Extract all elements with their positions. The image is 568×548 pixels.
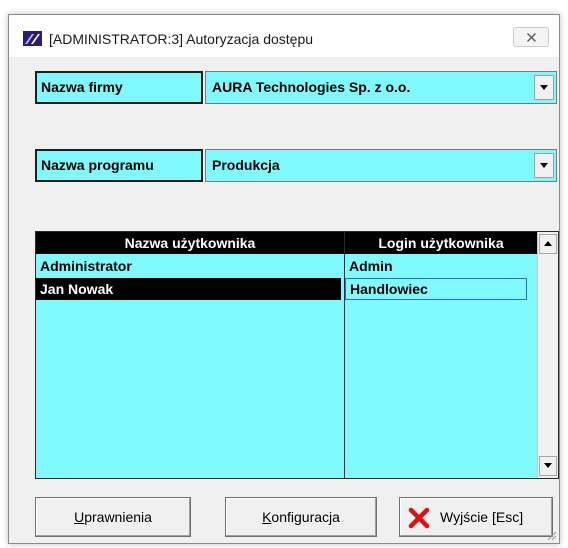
chevron-down-icon	[540, 163, 548, 168]
close-icon	[527, 33, 536, 42]
arrow-up-icon	[544, 241, 552, 246]
table-row-name-selected[interactable]: Jan Nowak	[36, 278, 341, 300]
scroll-down-button[interactable]	[539, 456, 557, 476]
configuration-label: onfiguracja	[271, 509, 340, 525]
cell-login: Handlowiec	[350, 281, 428, 297]
program-select[interactable]: Produkcja	[205, 149, 557, 182]
resize-grip-icon[interactable]	[545, 529, 557, 541]
table-row-name[interactable]: Administrator	[36, 255, 344, 277]
permissions-label: prawnienia	[84, 509, 152, 525]
authorization-dialog: [ADMINISTRATOR:3] Autoryzacja dostępu Na…	[8, 14, 560, 544]
users-table[interactable]: Nazwa użytkownika Login użytkownika Admi…	[35, 231, 559, 479]
cell-user-name: Jan Nowak	[40, 281, 114, 297]
permissions-accel: U	[74, 509, 85, 525]
company-label: Nazwa firmy	[35, 71, 203, 104]
cell-user-name: Administrator	[40, 258, 132, 274]
app-logo-icon	[23, 31, 42, 46]
exit-label: Wyjście [Esc]	[440, 509, 524, 525]
cell-login: Admin	[349, 258, 393, 274]
company-select[interactable]: AURA Technologies Sp. z o.o.	[205, 71, 557, 104]
chevron-down-icon	[540, 85, 548, 90]
program-select-value: Produkcja	[212, 157, 280, 173]
program-dropdown-button[interactable]	[534, 153, 554, 178]
company-dropdown-button[interactable]	[534, 75, 554, 100]
window-title: [ADMINISTRATOR:3] Autoryzacja dostępu	[49, 31, 314, 47]
program-label: Nazwa programu	[35, 149, 203, 182]
column-header-user-name-text: Nazwa użytkownika	[124, 235, 256, 251]
permissions-button[interactable]: Uprawnienia	[35, 497, 191, 537]
vertical-scrollbar[interactable]	[537, 232, 558, 478]
configuration-button[interactable]: Konfiguracja	[225, 497, 377, 537]
table-row-login-focused[interactable]: Handlowiec	[345, 278, 527, 300]
scroll-up-button[interactable]	[539, 234, 557, 254]
red-x-icon	[408, 507, 430, 529]
column-header-login-text: Login użytkownika	[378, 235, 504, 251]
column-header-login[interactable]: Login użytkownika	[345, 232, 537, 254]
company-label-text: Nazwa firmy	[41, 79, 123, 95]
arrow-down-icon	[544, 463, 552, 468]
title-bar[interactable]: [ADMINISTRATOR:3] Autoryzacja dostępu	[9, 15, 559, 57]
column-header-user-name[interactable]: Nazwa użytkownika	[36, 232, 344, 254]
program-label-text: Nazwa programu	[41, 157, 154, 173]
company-select-value: AURA Technologies Sp. z o.o.	[212, 79, 411, 95]
table-row-login[interactable]: Admin	[345, 255, 537, 277]
exit-button[interactable]: Wyjście [Esc]	[399, 497, 553, 537]
close-button[interactable]	[513, 27, 549, 47]
